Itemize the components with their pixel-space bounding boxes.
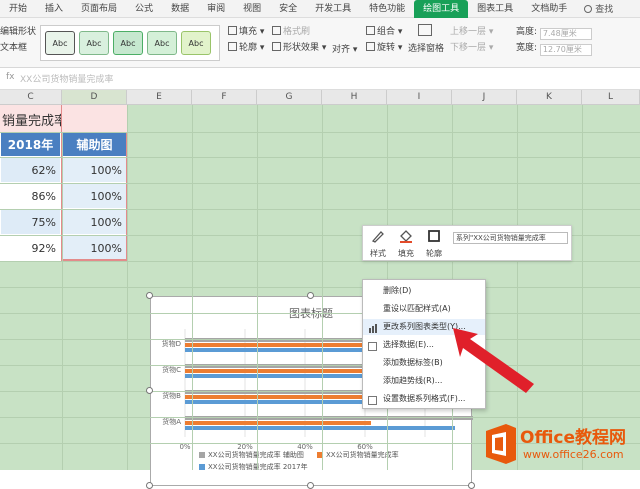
logo-url: www.office26.com [523,448,624,461]
resize-handle[interactable] [468,482,475,489]
office-logo-icon [486,424,516,464]
resize-handle[interactable] [146,482,153,489]
office-logo: Office教程网 www.office26.com [478,418,640,470]
resize-handle[interactable] [307,482,314,489]
red-arrow [453,328,534,393]
logo-name: Office教程网 [520,428,627,448]
